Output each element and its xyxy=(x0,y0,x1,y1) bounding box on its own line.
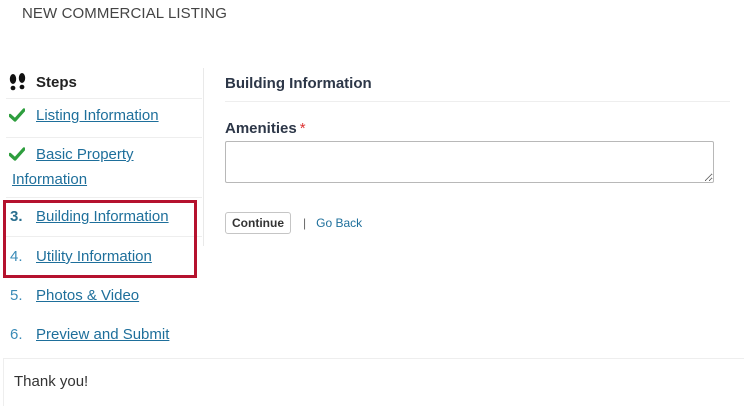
page-title: NEW COMMERCIAL LISTING xyxy=(22,5,227,22)
divider xyxy=(6,137,202,138)
step-preview-submit: 6. Preview and Submit xyxy=(0,322,200,350)
step-link-photos-video[interactable]: Photos & Video xyxy=(36,283,139,308)
section-divider xyxy=(225,101,730,102)
step-number: 5. xyxy=(10,287,23,304)
checkmark-icon xyxy=(9,147,25,161)
step-link-preview-submit[interactable]: Preview and Submit xyxy=(36,322,169,347)
footsteps-icon xyxy=(9,73,26,91)
step-basic-property-information: Basic Property Information xyxy=(0,142,200,192)
go-back-link[interactable]: Go Back xyxy=(316,216,362,230)
form-actions: Continue | Go Back xyxy=(225,212,362,234)
steps-header: Steps xyxy=(8,72,77,92)
divider xyxy=(6,98,202,99)
amenities-textarea[interactable] xyxy=(225,141,714,183)
steps-header-label: Steps xyxy=(36,73,77,91)
highlight-box xyxy=(3,200,197,278)
checkmark-icon xyxy=(9,108,25,122)
action-separator: | xyxy=(303,216,307,230)
amenities-label-text: Amenities xyxy=(225,120,297,137)
step-number: 6. xyxy=(10,326,23,343)
sidebar-divider-vertical xyxy=(203,68,204,246)
divider xyxy=(6,197,202,198)
amenities-label: Amenities * xyxy=(225,120,306,137)
continue-button[interactable]: Continue xyxy=(225,212,291,234)
step-photos-video: 5. Photos & Video xyxy=(0,283,200,311)
required-marker: * xyxy=(299,120,306,137)
section-title: Building Information xyxy=(225,75,372,92)
footer-panel: Thank you! xyxy=(3,358,744,406)
step-link-listing-information[interactable]: Listing Information xyxy=(36,103,159,128)
step-link-basic-property-line2[interactable]: Information xyxy=(12,167,87,192)
thank-you-text: Thank you! xyxy=(14,373,89,390)
step-listing-information: Listing Information xyxy=(0,103,200,131)
step-link-basic-property-line1[interactable]: Basic Property xyxy=(36,142,134,167)
